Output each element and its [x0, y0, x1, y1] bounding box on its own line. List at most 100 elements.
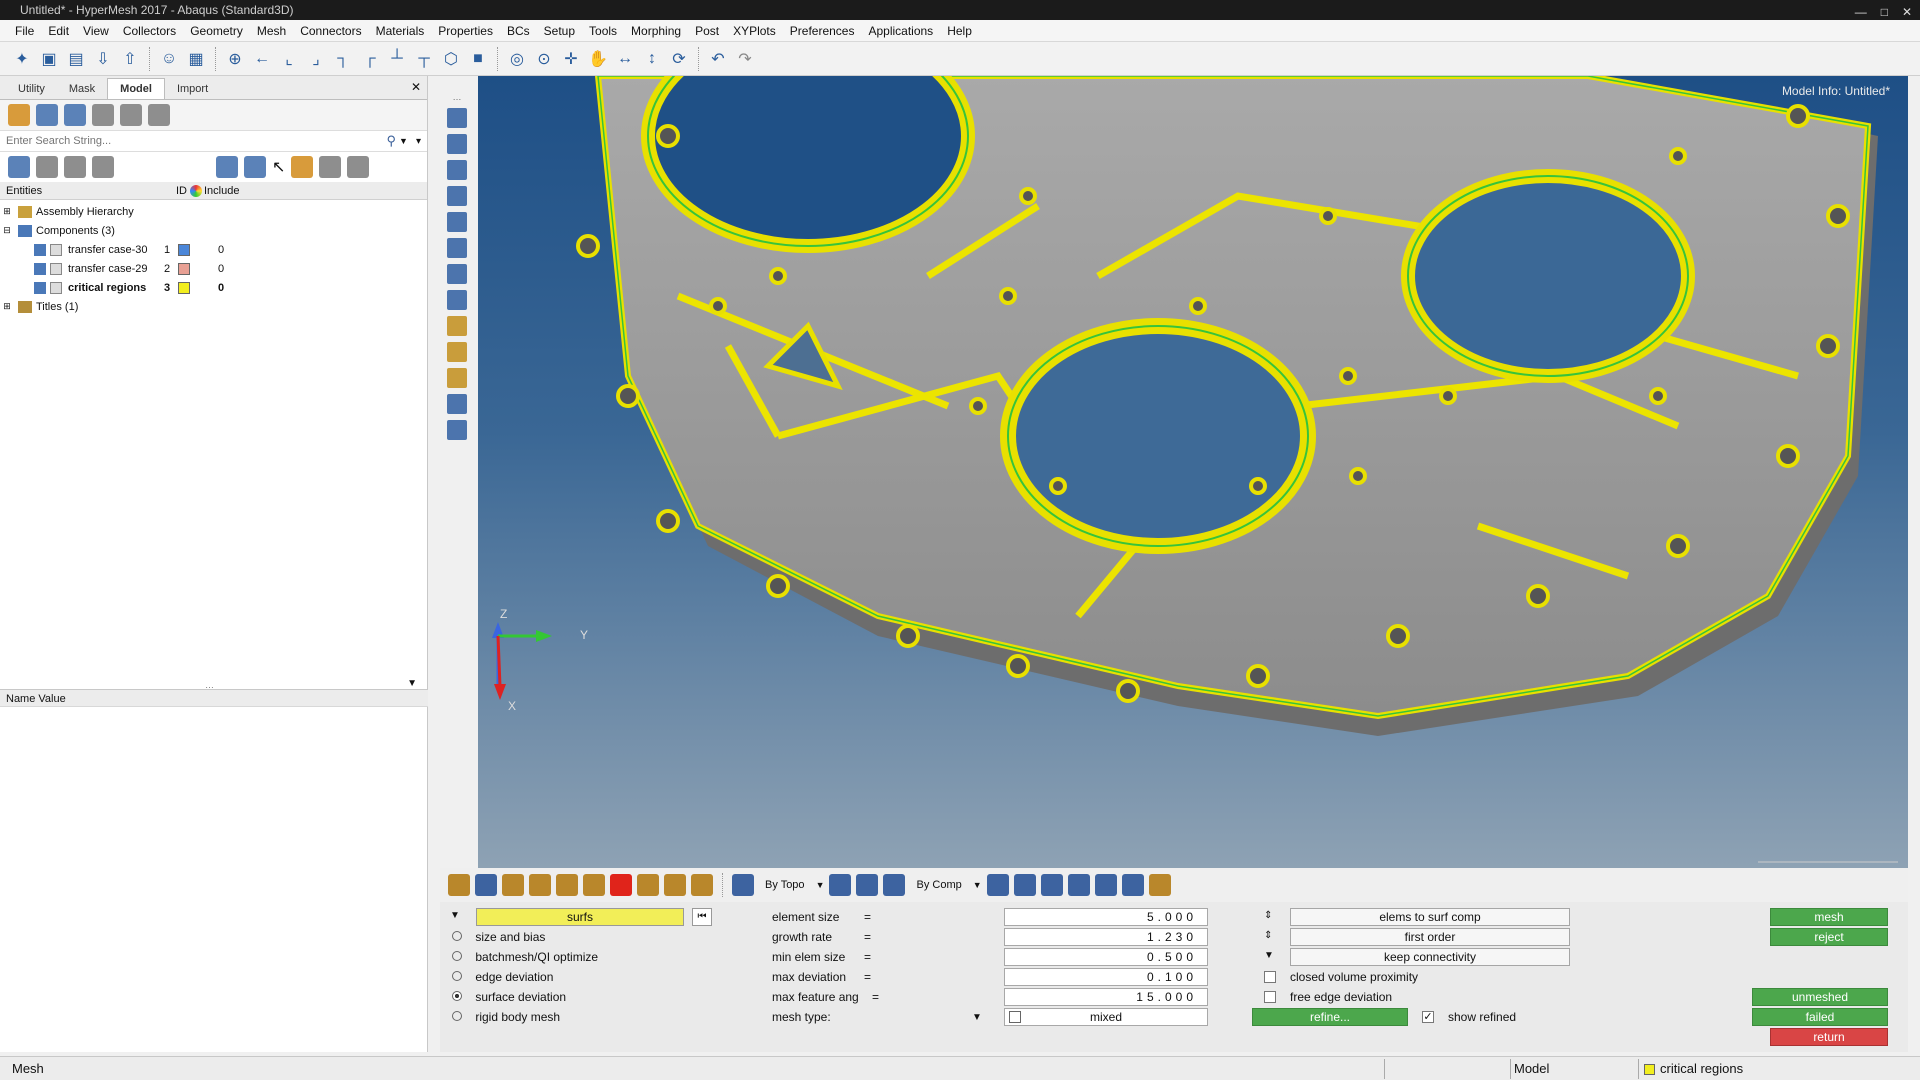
translate-icon[interactable]	[637, 874, 659, 896]
first-order-toggle-icon[interactable]: ⇕	[1264, 930, 1272, 941]
radio-rigid-body-mesh[interactable]	[452, 1011, 462, 1021]
menu-file[interactable]: File	[8, 24, 41, 38]
elements-icon[interactable]	[447, 264, 467, 284]
by-topo-label[interactable]: By Topo	[765, 879, 805, 891]
numbering-icon[interactable]	[447, 290, 467, 310]
failed-button[interactable]: failed	[1752, 1008, 1888, 1026]
search-icon[interactable]: ⚲	[387, 133, 397, 149]
material-view-icon[interactable]	[92, 104, 114, 126]
show-refined-checkbox[interactable]: ✓	[1422, 1011, 1434, 1023]
topo-display-icon[interactable]	[856, 874, 879, 896]
by-topo-icon[interactable]	[732, 874, 754, 896]
label-icon[interactable]	[447, 342, 467, 362]
zoom-icon[interactable]: ⊙	[532, 47, 556, 71]
mesh-display-icon[interactable]	[1067, 874, 1090, 896]
element-shade-icon[interactable]	[1013, 874, 1036, 896]
hide-icon[interactable]	[347, 156, 370, 178]
by-comp-icon[interactable]	[883, 874, 906, 896]
menu-properties[interactable]: Properties	[431, 24, 500, 38]
export-icon[interactable]: ⇧	[118, 47, 142, 71]
first-order-button[interactable]: first order	[1290, 928, 1570, 946]
expand-icon[interactable]: ⊞	[0, 301, 14, 312]
mesh-type-dropdown-icon[interactable]: ▼	[972, 1012, 982, 1023]
model-browser-icon[interactable]: ▦	[184, 47, 208, 71]
reject-button[interactable]: reject	[1770, 928, 1888, 946]
menu-setup[interactable]: Setup	[537, 24, 582, 38]
mesh-button[interactable]: mesh	[1770, 908, 1888, 926]
entity-state-icon[interactable]	[244, 156, 266, 178]
radio-surface-deviation[interactable]	[452, 991, 462, 1001]
save-model-icon[interactable]: ▤	[64, 47, 88, 71]
settings-view-icon[interactable]	[148, 104, 170, 126]
clip-icon[interactable]	[447, 420, 467, 440]
show-icon[interactable]	[319, 156, 342, 178]
option-rigid-body-mesh[interactable]: rigid body mesh	[452, 1010, 560, 1024]
measure-icon[interactable]	[691, 874, 713, 896]
tree-node-components[interactable]: ⊟ Components (3)	[0, 221, 427, 240]
mesh-type-field[interactable]: mixed	[1004, 1008, 1208, 1026]
open-model-icon[interactable]: ▣	[37, 47, 61, 71]
menu-connectors[interactable]: Connectors	[293, 24, 368, 38]
menu-materials[interactable]: Materials	[369, 24, 432, 38]
tab-import[interactable]: Import	[165, 79, 220, 99]
element-size-field[interactable]: 5.000	[1004, 908, 1208, 926]
shaded-edges-icon[interactable]	[447, 186, 467, 206]
close-panel-icon[interactable]: ✕	[411, 80, 421, 94]
import-icon[interactable]: ⇩	[91, 47, 115, 71]
model-view-icon[interactable]	[8, 104, 30, 126]
horizontal-move-icon[interactable]: ↔	[613, 47, 637, 71]
tab-model[interactable]: Model	[107, 78, 165, 99]
components-icon[interactable]	[8, 156, 30, 178]
redo-icon[interactable]: ↷	[733, 47, 757, 71]
display-icon[interactable]	[447, 108, 467, 128]
menu-post[interactable]: Post	[688, 24, 726, 38]
component-view-icon[interactable]	[36, 104, 58, 126]
assembly-view-icon[interactable]	[64, 104, 86, 126]
transparent-icon[interactable]	[447, 238, 467, 258]
growth-rate-field[interactable]: 1.230	[1004, 928, 1208, 946]
menu-xyplots[interactable]: XYPlots	[726, 24, 783, 38]
organize-tool-icon[interactable]	[529, 874, 551, 896]
menu-preferences[interactable]: Preferences	[783, 24, 862, 38]
grid-icon[interactable]	[447, 394, 467, 414]
display-none-icon[interactable]	[64, 156, 86, 178]
tab-mask[interactable]: Mask	[57, 79, 107, 99]
tree-node-component[interactable]: transfer case-29 2 0	[0, 259, 427, 278]
isolate-icon[interactable]	[92, 156, 114, 178]
search-input[interactable]	[6, 135, 387, 147]
component-color-swatch[interactable]	[178, 281, 190, 294]
min-elem-size-field[interactable]: 0.500	[1004, 948, 1208, 966]
surface-tool-icon[interactable]	[475, 874, 497, 896]
previous-view-icon[interactable]: ←	[250, 47, 274, 71]
return-button[interactable]: return	[1770, 1028, 1888, 1046]
tab-utility[interactable]: Utility	[6, 79, 57, 99]
menu-bcs[interactable]: BCs	[500, 24, 537, 38]
option-size-and-bias[interactable]: size and bias	[452, 930, 545, 944]
menu-applications[interactable]: Applications	[861, 24, 940, 38]
delete-icon[interactable]	[610, 874, 632, 896]
close-icon[interactable]: ✕	[1902, 2, 1912, 22]
tree-node-assembly[interactable]: ⊞ Assembly Hierarchy	[0, 202, 427, 221]
tree-node-titles[interactable]: ⊞ Titles (1)	[0, 297, 427, 316]
filter-icon[interactable]: ▾	[416, 136, 421, 147]
spin-icon[interactable]: ⟳	[667, 47, 691, 71]
max-deviation-field[interactable]: 0.100	[1004, 968, 1208, 986]
status-component[interactable]: critical regions	[1660, 1061, 1743, 1076]
radio-size-and-bias[interactable]	[452, 931, 462, 941]
by-topo-dropdown-icon[interactable]: ▼	[816, 880, 825, 890]
menu-tools[interactable]: Tools	[582, 24, 624, 38]
graphics-viewport[interactable]: Z Y X Model Info: Untitled*	[478, 76, 1908, 868]
radio-edge-deviation[interactable]	[452, 971, 462, 981]
vertical-move-icon[interactable]: ↕	[640, 47, 664, 71]
favorites-star-icon[interactable]	[1148, 874, 1171, 896]
feature-line-icon[interactable]	[1040, 874, 1063, 896]
reset-selection-icon[interactable]: ⏮	[692, 908, 712, 926]
fit-view-icon[interactable]: ◎	[505, 47, 529, 71]
menu-help[interactable]: Help	[940, 24, 979, 38]
free-edge-deviation-checkbox[interactable]	[1264, 991, 1276, 1003]
collapse-icon[interactable]: ⊟	[0, 225, 14, 236]
keep-connectivity-dropdown-icon[interactable]: ▼	[1264, 950, 1274, 961]
component-color-swatch[interactable]	[178, 243, 190, 256]
property-view-icon[interactable]	[120, 104, 142, 126]
keep-connectivity-button[interactable]: keep connectivity	[1290, 948, 1570, 966]
